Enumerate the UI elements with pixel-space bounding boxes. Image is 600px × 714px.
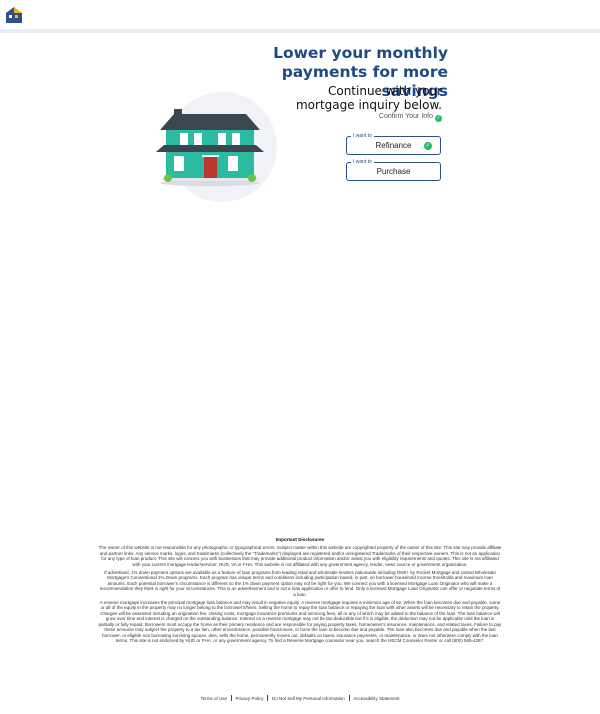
disclosures: Important Disclosures The owner of this … [98,537,502,646]
house-illustration [156,92,277,202]
privacy-link[interactable]: Privacy Policy [231,696,267,701]
confirm-info-text: Confirm Your Info [378,113,433,120]
page-subtitle: Continue with your mortgage inquiry belo… [295,84,442,112]
check-circle-icon: ✓ [435,115,442,122]
disclosure-paragraph: The owner of this website is not respons… [98,545,502,567]
disclosure-paragraph: A reverse mortgage increases the princip… [98,600,502,643]
accessibility-link[interactable]: Accessibility Statement [349,696,403,701]
selected-check-icon: ✓ [424,142,432,150]
option-refinance[interactable]: I want to Refinance ✓ [346,133,441,155]
disclosures-heading: Important Disclosures [275,537,325,542]
top-bar-divider [0,29,600,33]
option-purchase[interactable]: I want to Purchase [346,159,441,181]
footer-links: Terms of Use Privacy Policy Do Not Sell My… [150,695,450,701]
terms-link[interactable]: Terms of Use [196,696,231,701]
confirm-info-label: Confirm Your Info ✓ [340,113,442,122]
top-bar [0,0,600,30]
house-logo-icon[interactable] [5,6,23,24]
disclosure-paragraph: If advertised, 1% down payment options a… [99,570,501,597]
do-not-sell-link[interactable]: Do Not Sell My Personal Information [268,696,349,701]
option-value: Purchase [376,167,411,176]
